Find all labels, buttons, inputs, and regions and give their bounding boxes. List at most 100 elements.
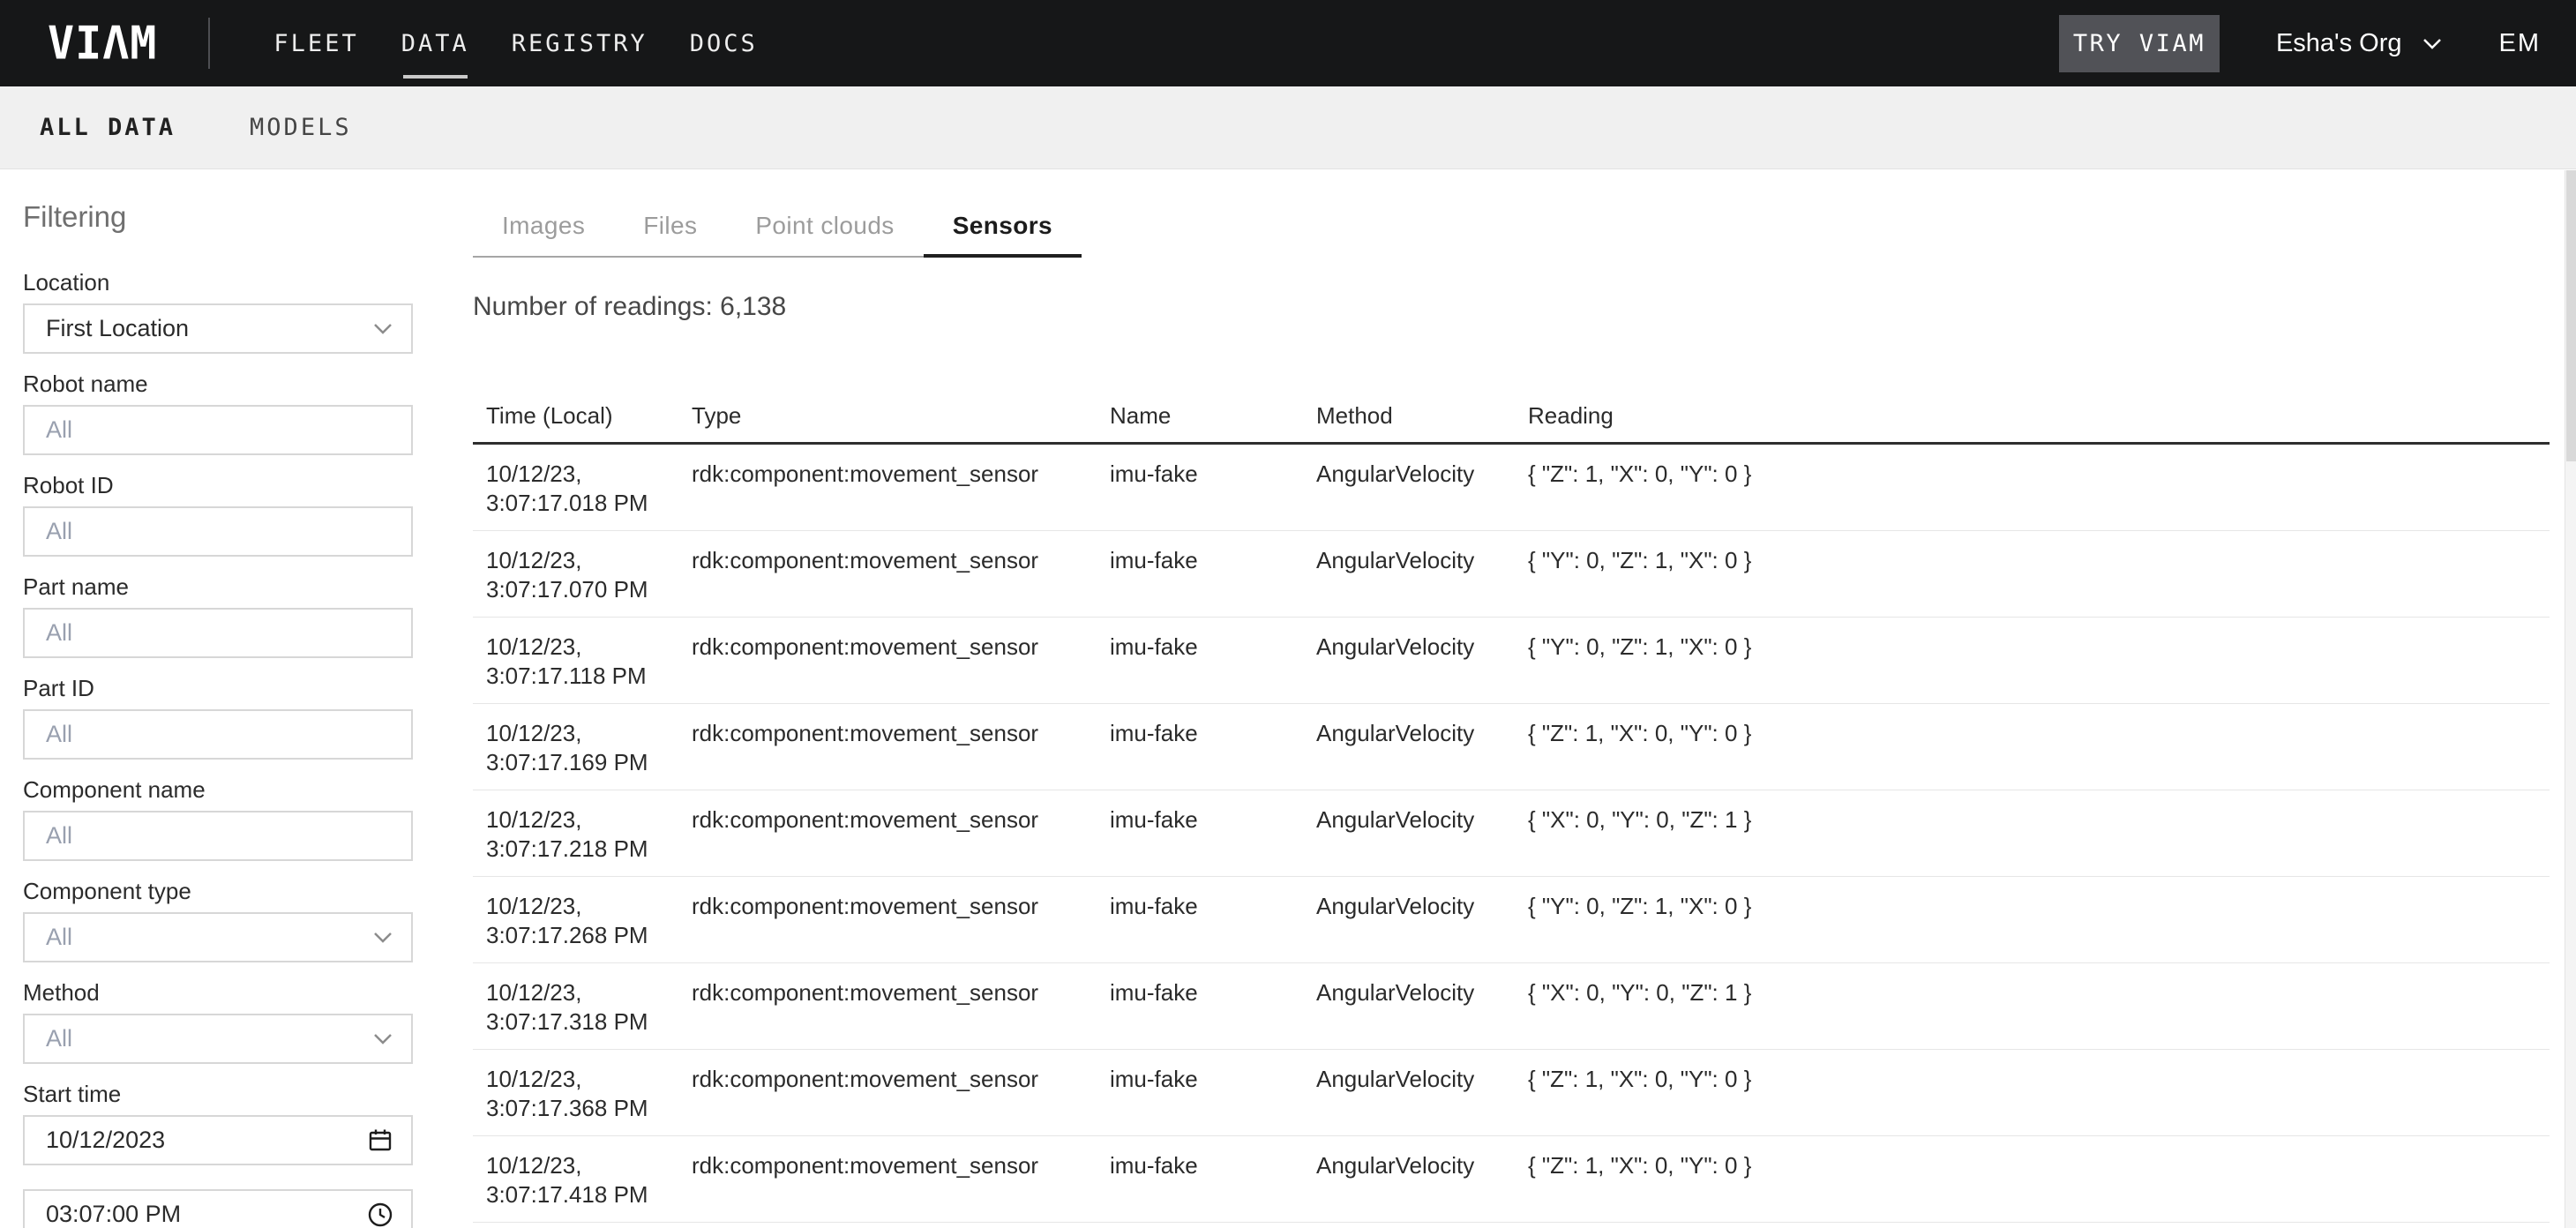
- cell-time: 10/12/23, 3:07:17.169 PM: [473, 719, 692, 790]
- column-header-name: Name: [1110, 402, 1316, 430]
- vertical-scrollbar[interactable]: [2565, 170, 2576, 1228]
- subnav-tab-all-data[interactable]: ALL DATA: [40, 114, 176, 141]
- robot-id-input[interactable]: [23, 506, 413, 557]
- part-name-label: Part name: [23, 575, 413, 598]
- table-row[interactable]: 10/12/23, 3:07:17.169 PM rdk:component:m…: [473, 704, 2550, 790]
- nav-link-data[interactable]: DATA: [401, 25, 469, 63]
- cell-time: 10/12/23, 3:07:17.268 PM: [473, 892, 692, 962]
- nav-link-registry[interactable]: REGISTRY: [512, 25, 648, 63]
- cell-reading: { "Y": 0, "Z": 1, "X": 0 }: [1528, 892, 2550, 962]
- part-id-input[interactable]: [23, 709, 413, 760]
- cell-name: imu-fake: [1110, 460, 1316, 530]
- cell-name: imu-fake: [1110, 892, 1316, 962]
- try-viam-button[interactable]: TRY VIAM: [2059, 15, 2220, 72]
- table-row[interactable]: 10/12/23, 3:07:17.118 PM rdk:component:m…: [473, 618, 2550, 704]
- org-name: Esha's Org: [2276, 29, 2402, 58]
- cell-type: rdk:component:movement_sensor: [692, 633, 1110, 703]
- data-main-panel: Images Files Point clouds Sensors Number…: [444, 170, 2576, 1228]
- clock-icon: [367, 1202, 393, 1228]
- part-id-label: Part ID: [23, 677, 413, 700]
- nav-link-fleet[interactable]: FLEET: [273, 25, 358, 63]
- column-header-reading: Reading: [1528, 402, 2550, 430]
- component-type-select-value: All: [46, 924, 372, 951]
- table-row[interactable]: 10/12/23, 3:07:17.268 PM rdk:component:m…: [473, 877, 2550, 963]
- top-nav: VIΛM FLEET DATA REGISTRY DOCS TRY VIAM E…: [0, 0, 2576, 86]
- robot-name-input[interactable]: [23, 405, 413, 455]
- part-name-input[interactable]: [23, 608, 413, 658]
- method-select[interactable]: All: [23, 1014, 413, 1064]
- cell-reading: { "X": 0, "Y": 0, "Z": 1 }: [1528, 805, 2550, 876]
- viam-logo[interactable]: VIΛM: [48, 20, 157, 66]
- cell-type: rdk:component:movement_sensor: [692, 460, 1110, 530]
- table-row[interactable]: 10/12/23, 3:07:17.368 PM rdk:component:m…: [473, 1050, 2550, 1136]
- column-header-method: Method: [1316, 402, 1528, 430]
- org-menu[interactable]: Esha's Org: [2276, 29, 2443, 58]
- cell-time: 10/12/23, 3:07:17.070 PM: [473, 546, 692, 617]
- start-date-value: 10/12/2023: [46, 1127, 367, 1154]
- component-type-select[interactable]: All: [23, 912, 413, 962]
- cell-name: imu-fake: [1110, 546, 1316, 617]
- sensor-table-rows: 10/12/23, 3:07:17.018 PM rdk:component:m…: [473, 445, 2550, 1223]
- cell-reading: { "X": 0, "Y": 0, "Z": 1 }: [1528, 978, 2550, 1049]
- cell-type: rdk:component:movement_sensor: [692, 546, 1110, 617]
- method-select-value: All: [46, 1025, 372, 1052]
- cell-name: imu-fake: [1110, 1151, 1316, 1222]
- nav-right-cluster: TRY VIAM Esha's Org EM: [2059, 15, 2541, 72]
- component-name-input[interactable]: [23, 811, 413, 861]
- start-date-input[interactable]: 10/12/2023: [23, 1115, 413, 1165]
- cell-reading: { "Z": 1, "X": 0, "Y": 0 }: [1528, 460, 2550, 530]
- cell-time: 10/12/23, 3:07:17.418 PM: [473, 1151, 692, 1222]
- cell-type: rdk:component:movement_sensor: [692, 1065, 1110, 1135]
- cell-type: rdk:component:movement_sensor: [692, 719, 1110, 790]
- start-time-input[interactable]: 03:07:00 PM: [23, 1189, 413, 1228]
- cell-method: AngularVelocity: [1316, 892, 1528, 962]
- component-type-label: Component type: [23, 880, 413, 902]
- filtering-title: Filtering: [23, 202, 413, 232]
- nav-divider: [208, 18, 210, 69]
- table-row[interactable]: 10/12/23, 3:07:17.070 PM rdk:component:m…: [473, 531, 2550, 618]
- cell-name: imu-fake: [1110, 1065, 1316, 1135]
- table-row[interactable]: 10/12/23, 3:07:17.018 PM rdk:component:m…: [473, 445, 2550, 531]
- table-row[interactable]: 10/12/23, 3:07:17.218 PM rdk:component:m…: [473, 790, 2550, 877]
- cell-time: 10/12/23, 3:07:17.218 PM: [473, 805, 692, 876]
- scrollbar-thumb[interactable]: [2566, 170, 2576, 461]
- data-subnav: ALL DATA MODELS: [0, 86, 2576, 169]
- table-row[interactable]: 10/12/23, 3:07:17.318 PM rdk:component:m…: [473, 963, 2550, 1050]
- data-type-tabs: Images Files Point clouds Sensors: [473, 198, 1082, 258]
- cell-name: imu-fake: [1110, 978, 1316, 1049]
- cell-reading: { "Z": 1, "X": 0, "Y": 0 }: [1528, 1065, 2550, 1135]
- calendar-icon: [367, 1127, 393, 1154]
- component-name-label: Component name: [23, 778, 413, 801]
- tab-files[interactable]: Files: [614, 198, 726, 256]
- method-label: Method: [23, 981, 413, 1004]
- cell-method: AngularVelocity: [1316, 546, 1528, 617]
- location-select-value: First Location: [46, 315, 372, 342]
- robot-id-label: Robot ID: [23, 474, 413, 497]
- cell-name: imu-fake: [1110, 633, 1316, 703]
- chevron-down-icon: [372, 931, 393, 944]
- sensor-readings-table: Time (Local) Type Name Method Reading 10…: [473, 390, 2550, 1223]
- cell-type: rdk:component:movement_sensor: [692, 978, 1110, 1049]
- cell-method: AngularVelocity: [1316, 805, 1528, 876]
- cell-type: rdk:component:movement_sensor: [692, 892, 1110, 962]
- chevron-down-icon: [2422, 36, 2443, 50]
- subnav-tab-models[interactable]: MODELS: [250, 114, 352, 141]
- location-select[interactable]: First Location: [23, 303, 413, 354]
- cell-time: 10/12/23, 3:07:17.318 PM: [473, 978, 692, 1049]
- nav-link-docs[interactable]: DOCS: [690, 25, 758, 63]
- cell-name: imu-fake: [1110, 719, 1316, 790]
- chevron-down-icon: [372, 322, 393, 335]
- tab-images[interactable]: Images: [473, 198, 614, 256]
- cell-time: 10/12/23, 3:07:17.118 PM: [473, 633, 692, 703]
- user-avatar[interactable]: EM: [2499, 29, 2542, 58]
- cell-method: AngularVelocity: [1316, 719, 1528, 790]
- cell-type: rdk:component:movement_sensor: [692, 805, 1110, 876]
- table-row[interactable]: 10/12/23, 3:07:17.418 PM rdk:component:m…: [473, 1136, 2550, 1223]
- column-header-time: Time (Local): [473, 402, 692, 430]
- location-label: Location: [23, 271, 413, 294]
- filter-sidebar: Filtering Location First Location Robot …: [0, 170, 496, 1228]
- tab-sensors[interactable]: Sensors: [924, 198, 1082, 256]
- tab-point-clouds[interactable]: Point clouds: [726, 198, 923, 256]
- start-time-value: 03:07:00 PM: [46, 1201, 367, 1228]
- cell-reading: { "Z": 1, "X": 0, "Y": 0 }: [1528, 1151, 2550, 1222]
